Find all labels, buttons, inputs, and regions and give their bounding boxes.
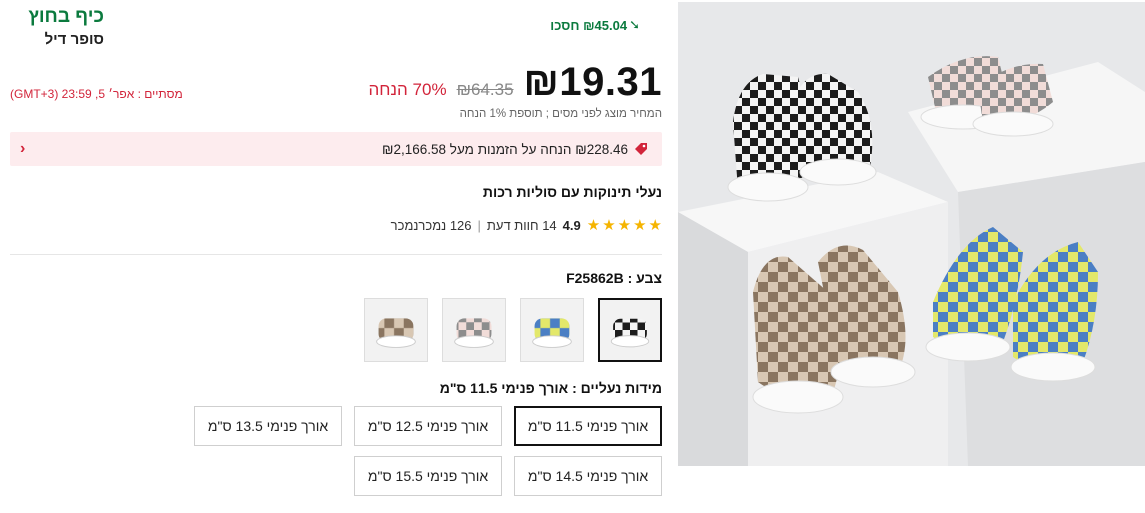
price-row: ₪19.31 ₪64.35 70% הנחה bbox=[368, 60, 662, 105]
product-info-panel: כיף בחוץ סופר דיל ➘ ₪45.04 חסכו ₪19.31 ₪… bbox=[10, 0, 662, 513]
size-options: אורך פנימי 11.5 ס"מ אורך פנימי 12.5 ס"מ … bbox=[42, 406, 662, 496]
product-photo-illustration bbox=[678, 2, 1145, 466]
promo-banner[interactable]: ₪228.46 הנחה על הזמנות מעל ₪2,166.58 ‹ bbox=[10, 132, 662, 166]
size-label: מידות נעליים : אורך פנימי 11.5 ס"מ bbox=[439, 380, 662, 396]
color-swatch-blue[interactable] bbox=[520, 298, 584, 362]
star-icon: ★ bbox=[602, 217, 616, 234]
star-icon: ★ bbox=[648, 217, 662, 234]
promo-text: ₪228.46 הנחה על הזמנות מעל ₪2,166.58 bbox=[382, 141, 628, 157]
savings-text: ₪45.04 חסכו bbox=[550, 17, 628, 33]
product-title: נעלי תינוקות עם סוליות רכות bbox=[482, 184, 662, 200]
current-price: ₪19.31 bbox=[523, 60, 662, 104]
brand-badge: כיף בחוץ סופר דיל bbox=[28, 6, 104, 50]
color-swatch-khaki[interactable] bbox=[364, 298, 428, 362]
swatch-image bbox=[443, 299, 505, 361]
tax-note: המחיר מוצג לפני מסים ; תוספת 1% הנחה bbox=[459, 108, 662, 120]
swatch-image bbox=[600, 300, 660, 360]
down-arrow-icon: ➘ bbox=[629, 17, 640, 32]
rating-row[interactable]: ★ ★ ★ ★ ★ 4.9 14 חוות דעת | 126 נמכרנמכר bbox=[391, 218, 662, 233]
review-count[interactable]: 14 חוות דעת bbox=[487, 218, 557, 233]
color-label: צבע : F25862B bbox=[566, 270, 662, 286]
brand-bottom-text: סופר דיל bbox=[44, 31, 104, 48]
separator: | bbox=[477, 218, 481, 233]
product-main-image[interactable] bbox=[678, 2, 1145, 466]
original-price: ₪64.35 bbox=[456, 80, 514, 99]
sold-count: 126 נמכרנמכר bbox=[390, 218, 472, 233]
chevron-left-icon[interactable]: ‹ bbox=[20, 140, 25, 158]
color-swatches bbox=[364, 298, 662, 362]
size-option-12-5[interactable]: אורך פנימי 12.5 ס"מ bbox=[354, 406, 502, 446]
tag-icon bbox=[635, 143, 647, 155]
star-rating: ★ ★ ★ ★ ★ bbox=[587, 218, 662, 233]
savings-indicator: ➘ ₪45.04 חסכו bbox=[550, 17, 640, 33]
size-option-14-5[interactable]: אורך פנימי 14.5 ס"מ bbox=[514, 456, 662, 496]
rating-value: 4.9 bbox=[562, 218, 581, 233]
star-icon: ★ bbox=[617, 217, 632, 234]
size-option-13-5[interactable]: אורך פנימי 13.5 ס"מ bbox=[194, 406, 342, 446]
color-swatch-black[interactable] bbox=[598, 298, 662, 362]
sale-countdown: (GMT+3) מסתיים : אפר׳ 5, 23:59 bbox=[10, 87, 183, 101]
swatch-image bbox=[365, 299, 427, 361]
star-icon: ★ bbox=[586, 217, 601, 234]
divider bbox=[10, 254, 662, 255]
color-swatch-pink[interactable] bbox=[442, 298, 506, 362]
discount-label: 70% הנחה bbox=[368, 80, 447, 99]
swatch-image bbox=[521, 299, 583, 361]
brand-top-text: כיף בחוץ bbox=[28, 6, 104, 27]
star-icon: ★ bbox=[633, 217, 647, 234]
size-option-11-5[interactable]: אורך פנימי 11.5 ס"מ bbox=[514, 406, 662, 446]
size-option-15-5[interactable]: אורך פנימי 15.5 ס"מ bbox=[354, 456, 502, 496]
